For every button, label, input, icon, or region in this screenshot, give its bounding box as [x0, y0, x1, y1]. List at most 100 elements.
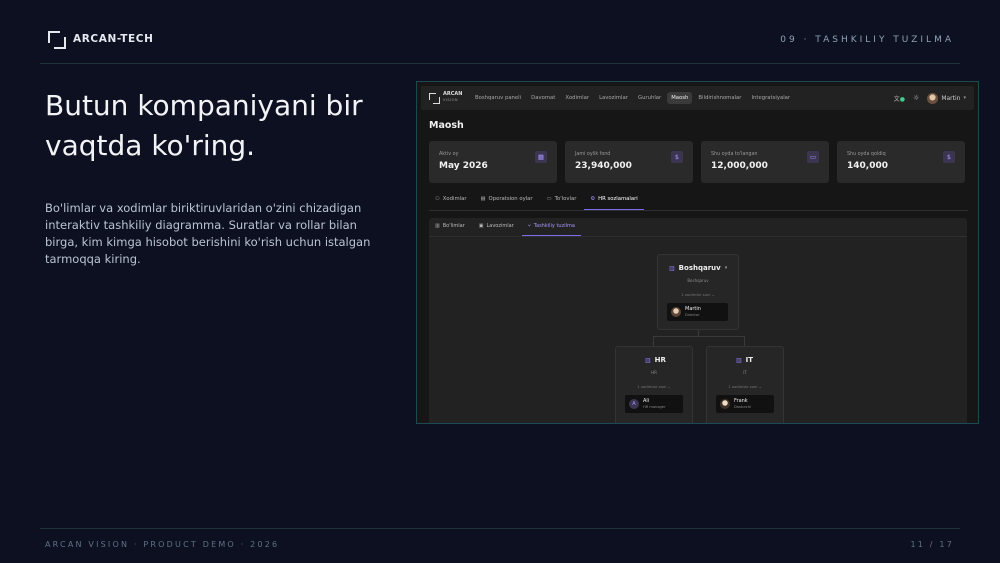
gear-icon: ⚙ — [590, 196, 596, 202]
app-logo-icon[interactable] — [429, 93, 440, 104]
stat-card-value: May 2026 — [439, 161, 488, 171]
nav-item-employees[interactable]: Xodimlar — [561, 92, 593, 104]
employee-role: HR manager — [643, 405, 666, 409]
count-label: 1 xodimlar soni — [681, 292, 711, 297]
user-menu[interactable]: Martin ▾ — [927, 92, 966, 104]
org-node-sub: HR — [651, 370, 657, 375]
tab-positions[interactable]: ▣ Lavozimlar — [473, 218, 520, 236]
employee-avatar — [720, 399, 730, 409]
hr-inner-tabs: ▥ Bo'limlar ▣ Lavozimlar ⑂ Tashkiliy tuzilm… — [429, 218, 967, 237]
app-screenshot: ARCAN VISION Boshqaruv paneli Davomat Xo… — [416, 81, 979, 424]
nav-item-integrations[interactable]: Integratsiyalar — [747, 92, 794, 104]
employee-name: Ali — [643, 398, 650, 404]
stat-card-remaining: Shu oyda qoldiq 140,000 $ — [837, 141, 965, 183]
tab-label: Operatsion oylar — [488, 196, 533, 202]
employee-role: Director — [685, 313, 700, 317]
tab-hr-settings[interactable]: ⚙ HR sozlamalari — [584, 190, 644, 210]
nav-item-notifications[interactable]: Bildirishnomalar — [694, 92, 745, 104]
org-node-sub: IT — [743, 370, 747, 375]
tab-label: Bo'limlar — [442, 223, 465, 229]
card-icon: ▭ — [546, 196, 552, 202]
stat-card-value: 23,940,000 — [575, 161, 632, 171]
employee-role: Dasturchi — [734, 405, 752, 409]
headline-line-1: Butun kompaniyani bir — [45, 89, 363, 122]
stat-card-active-month: Aktiv oy May 2026 ▦ — [429, 141, 557, 183]
footer-label: ARCAN VISION · PRODUCT DEMO · 2026 — [45, 540, 280, 549]
stat-card-paid: Shu oyda to'langan 12,000,000 ▭ — [701, 141, 829, 183]
section-label: 09 · TASHKILIY TUZILMA — [780, 35, 954, 45]
headline-line-2: vaqtda ko'ring. — [45, 129, 256, 162]
wallet-icon: ▭ — [807, 151, 819, 163]
org-node-title: Boshqaruv — [678, 264, 721, 272]
employee-card[interactable]: A Ali HR manager — [625, 395, 683, 413]
payroll-tabs: ⚇ Xodimlar ▦ Operatsion oylar ▭ To'lovlar ⚙… — [429, 190, 968, 211]
org-connector — [653, 336, 744, 337]
nav-item-dashboard[interactable]: Boshqaruv paneli — [471, 92, 525, 104]
org-connector — [653, 336, 654, 346]
calendar-icon: ▦ — [480, 196, 486, 202]
org-node-count[interactable]: 1 xodimlar soni ⌄ — [658, 292, 738, 297]
org-node-title: IT — [745, 356, 754, 364]
tab-operational-months[interactable]: ▦ Operatsion oylar — [475, 190, 539, 210]
stat-card-total-fund: Jami oylik fond 23,940,000 $ — [565, 141, 693, 183]
app-logo-name: ARCAN — [443, 91, 463, 97]
building-icon: ▥ — [669, 264, 675, 272]
stat-card-label: Aktiv oy — [439, 152, 459, 157]
users-icon: ⚇ — [435, 196, 440, 202]
tab-label: HR sozlamalari — [598, 196, 638, 202]
org-node-count[interactable]: 1 xodimlar soni ⌄ — [707, 384, 783, 389]
org-node-count[interactable]: 1 xodimlar soni ⌄ — [616, 384, 692, 389]
topbar-actions: 文● ☼ Martin ▾ — [894, 86, 966, 110]
count-label: 1 xodimlar soni — [728, 384, 758, 389]
tab-employees[interactable]: ⚇ Xodimlar — [429, 190, 473, 210]
network-icon: ⑂ — [527, 223, 531, 229]
org-node-sub: Boshqaruv — [687, 278, 709, 283]
stat-card-value: 12,000,000 — [711, 161, 768, 171]
main-nav: Boshqaruv paneli Davomat Xodimlar Lavozi… — [471, 86, 794, 110]
translate-icon[interactable]: 文● — [894, 94, 905, 103]
employee-card[interactable]: Martin Director — [667, 303, 728, 321]
dollar-icon: $ — [671, 151, 683, 163]
chevron-down-icon: ⌄ — [758, 384, 762, 389]
chevron-down-icon: ⌄ — [711, 292, 715, 297]
org-node-root[interactable]: ▥ Boshqaruv ▾ Boshqaruv 1 xodimlar soni … — [657, 254, 739, 330]
briefcase-icon: ▣ — [478, 223, 484, 229]
description: Bo'limlar va xodimlar biriktiruvlaridan … — [45, 201, 371, 266]
org-node-it[interactable]: ▥ IT IT 1 xodimlar soni ⌄ Frank Dasturch… — [706, 346, 784, 423]
stat-card-value: 140,000 — [847, 161, 888, 171]
nav-item-payroll[interactable]: Maosh — [667, 92, 693, 104]
user-name: Martin — [941, 94, 961, 102]
theme-toggle-icon[interactable]: ☼ — [913, 94, 919, 102]
stat-card-label: Shu oyda qoldiq — [847, 152, 886, 157]
employee-avatar: A — [629, 399, 639, 409]
tab-label: Xodimlar — [442, 196, 467, 202]
count-label: 1 xodimlar soni — [637, 384, 667, 389]
calendar-icon: ▦ — [535, 151, 547, 163]
tab-departments[interactable]: ▥ Bo'limlar — [429, 218, 471, 236]
tab-label: Lavozimlar — [486, 223, 514, 229]
stat-card-label: Shu oyda to'langan — [711, 152, 758, 157]
nav-item-attendance[interactable]: Davomat — [527, 92, 559, 104]
employee-name: Frank — [734, 398, 748, 404]
employee-name: Martin — [685, 306, 701, 312]
app-topbar: ARCAN VISION Boshqaruv paneli Davomat Xo… — [421, 86, 974, 110]
employee-card[interactable]: Frank Dasturchi — [716, 395, 774, 413]
user-avatar — [927, 92, 939, 104]
footer-divider — [40, 528, 960, 529]
headline: Butun kompaniyani bir vaqtda ko'ring. — [45, 86, 385, 166]
tab-label: Tashkiliy tuzilma — [533, 223, 575, 229]
chevron-down-icon: ▾ — [963, 95, 966, 101]
brand-logo-icon — [48, 31, 66, 49]
dollar-icon: $ — [943, 151, 955, 163]
page-title: Maosh — [429, 120, 464, 131]
stat-card-label: Jami oylik fond — [575, 152, 611, 157]
nav-item-positions[interactable]: Lavozimlar — [595, 92, 632, 104]
brand-name: ARCAN-TECH — [73, 33, 154, 45]
org-node-hr[interactable]: ▥ HR HR 1 xodimlar soni ⌄ A Ali HR manag… — [615, 346, 693, 423]
tab-payments[interactable]: ▭ To'lovlar — [541, 190, 583, 210]
chevron-down-icon[interactable]: ▾ — [725, 265, 728, 271]
header-divider — [40, 63, 960, 64]
tab-org-structure[interactable]: ⑂ Tashkiliy tuzilma — [521, 218, 581, 236]
nav-item-groups[interactable]: Guruhlar — [634, 92, 665, 104]
org-connector — [744, 336, 745, 346]
